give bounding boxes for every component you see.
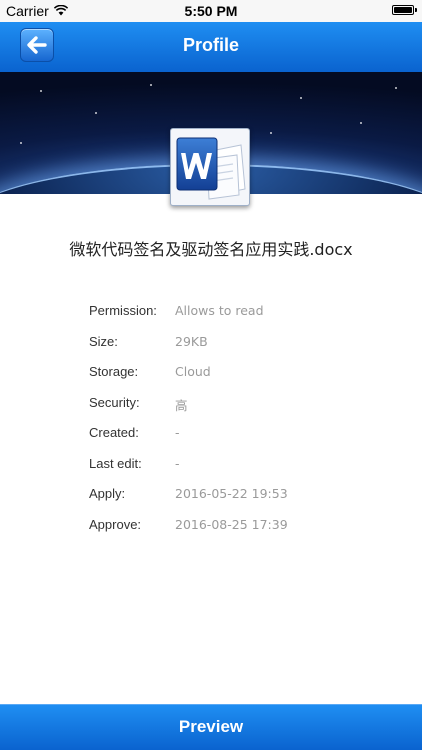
- preview-button[interactable]: Preview: [0, 704, 422, 750]
- battery-tip: [415, 8, 417, 12]
- status-time: 5:50 PM: [184, 3, 238, 19]
- detail-value: 2016-05-22 19:53: [175, 486, 288, 501]
- banner-star: [270, 132, 272, 134]
- banner-star: [95, 112, 97, 114]
- page-title: Profile: [182, 35, 239, 55]
- banner-star: [395, 87, 397, 89]
- detail-row-approve: Approve: 2016-08-25 17:39: [89, 517, 389, 548]
- detail-label: Apply:: [89, 486, 126, 501]
- detail-row-last-edit: Last edit: -: [89, 456, 389, 487]
- detail-label: Security:: [89, 394, 140, 410]
- detail-label: Permission:: [89, 303, 157, 318]
- banner-star: [40, 90, 42, 92]
- battery-icon: [392, 5, 417, 15]
- banner-star: [360, 122, 362, 124]
- detail-row-size: Size: 29KB: [89, 334, 389, 365]
- detail-label: Created:: [89, 425, 139, 440]
- file-name: 微软代码签名及驱动签名应用实践.docx: [69, 240, 353, 259]
- detail-value: -: [175, 425, 180, 440]
- detail-row-security: Security: 高: [89, 395, 389, 426]
- detail-label: Size:: [89, 333, 118, 349]
- battery-level: [394, 7, 412, 13]
- detail-row-permission: Permission: Allows to read: [89, 303, 389, 334]
- detail-value: Cloud: [175, 364, 211, 379]
- navigation-bar: Profile: [0, 22, 422, 72]
- detail-value: 高: [175, 397, 188, 413]
- detail-row-created: Created: -: [89, 425, 389, 456]
- detail-row-apply: Apply: 2016-05-22 19:53: [89, 486, 389, 517]
- banner-star: [150, 84, 152, 86]
- profile-screen: Carrier 5:50 PM Profile 微软代码签名及驱动签名应用实践.…: [0, 0, 422, 750]
- word-document-icon: [170, 128, 250, 206]
- banner-star: [300, 97, 302, 99]
- detail-value: 29KB: [175, 333, 208, 349]
- detail-label: Storage:: [89, 364, 139, 379]
- detail-value: Allows to read: [175, 303, 264, 318]
- detail-label: Approve:: [89, 516, 142, 532]
- detail-value: 2016-08-25 17:39: [175, 516, 288, 532]
- status-bar: Carrier 5:50 PM: [0, 0, 422, 22]
- detail-row-storage: Storage: Cloud: [89, 364, 389, 395]
- detail-value: -: [175, 455, 180, 471]
- detail-label: Last edit:: [89, 455, 142, 471]
- file-details-list: Permission: Allows to read Size: 29KB St…: [89, 303, 389, 547]
- banner-star: [20, 142, 22, 144]
